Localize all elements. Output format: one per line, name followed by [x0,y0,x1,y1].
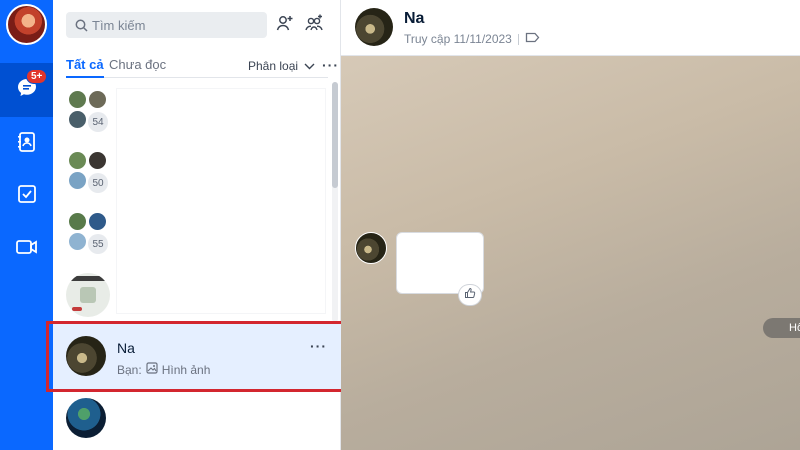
thumbs-up-icon [464,286,476,304]
chat-title[interactable]: Na [404,10,424,28]
add-friend-button[interactable] [274,14,296,36]
group-avatar: 54 [66,90,110,134]
member-count: 55 [88,234,108,254]
member-count: 50 [88,173,108,193]
scrollbar-thumb[interactable] [332,82,338,188]
chevron-down-icon [304,59,315,73]
group-avatar [66,273,110,317]
highlight-annotation [46,321,344,392]
search-icon [75,19,88,32]
chat-panel: Na Truy cập 11/11/2023 Hô [341,0,800,450]
search-placeholder: Tìm kiếm [92,17,146,33]
create-group-button[interactable] [303,14,325,36]
group-avatar: 55 [66,212,110,256]
sender-avatar[interactable] [355,232,387,264]
add-user-icon [275,13,295,38]
contacts-book-icon [16,131,38,158]
tag-icon[interactable] [525,32,540,46]
zalo-app: 5+ Tìm kiếm Tất cả Chưa đọc Phân loại ··… [0,0,800,450]
conversation-tabs: Tất cả Chưa đọc Phân loại ··· [66,56,338,78]
nav-contacts[interactable] [0,117,53,171]
member-avatar [68,110,87,129]
member-avatar [68,232,87,251]
nav-todo[interactable] [0,169,53,223]
member-avatar [68,151,87,170]
reaction-button[interactable] [459,285,481,305]
my-avatar[interactable] [6,4,47,45]
group-avatar: 50 [66,151,110,195]
tab-all[interactable]: Tất cả [66,57,104,78]
member-avatar [68,212,87,231]
filter-dropdown[interactable]: Phân loại [248,59,315,73]
video-camera-icon [15,236,39,263]
list-placeholder-area [116,88,326,314]
chat-messages-area: Hô [341,56,800,450]
divider [517,33,519,45]
more-options-button[interactable]: ··· [322,57,339,73]
tab-unread[interactable]: Chưa đọc [109,57,166,72]
member-avatar [88,151,107,170]
filter-label: Phân loại [248,59,299,73]
avatar[interactable] [66,398,106,438]
unread-badge: 5+ [26,69,48,84]
member-count: 54 [88,112,108,132]
member-avatar [88,90,107,109]
chat-avatar[interactable] [355,8,393,46]
last-seen-text: Truy cập 11/11/2023 [404,32,512,46]
side-label-pill[interactable]: Hô [763,318,800,338]
nav-video[interactable] [0,222,53,276]
chat-header: Na Truy cập 11/11/2023 [341,0,800,56]
nav-messages[interactable]: 5+ [0,63,53,117]
member-avatar [68,171,87,190]
chat-status: Truy cập 11/11/2023 [404,32,540,46]
search-box[interactable]: Tìm kiếm [66,12,267,38]
list-scrollbar[interactable] [332,82,338,322]
add-group-icon [304,13,324,38]
checkbox-icon [16,183,38,210]
member-avatar [68,90,87,109]
member-avatar [88,212,107,231]
